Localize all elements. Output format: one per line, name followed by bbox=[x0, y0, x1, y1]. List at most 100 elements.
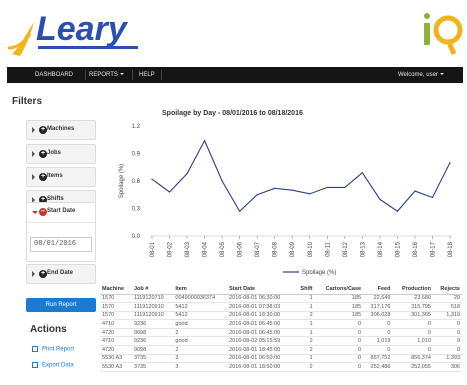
chevron-right-icon bbox=[32, 127, 35, 133]
start-date-input[interactable]: 08/01/2016 bbox=[30, 237, 92, 252]
table-cell: 4710 bbox=[100, 336, 132, 347]
table-cell: 0 bbox=[363, 345, 393, 355]
chevron-right-icon bbox=[32, 271, 35, 277]
table-cell: 0 bbox=[392, 319, 433, 329]
column-header[interactable]: Rejects bbox=[432, 284, 462, 295]
filter-label: Items bbox=[47, 173, 63, 179]
table-cell: 857,752 bbox=[363, 354, 393, 364]
table-cell: 2 bbox=[173, 345, 228, 355]
table-cell: 5412 bbox=[173, 302, 228, 312]
y-axis-label: Spoilage (%) bbox=[119, 164, 125, 198]
data-point bbox=[203, 140, 206, 142]
table-cell: 5412 bbox=[173, 311, 228, 321]
table-cell: 1 bbox=[294, 294, 315, 304]
table-cell: 23,680 bbox=[392, 294, 433, 304]
table-cell: 1570 bbox=[100, 311, 132, 321]
table-cell: 252,055 bbox=[392, 362, 433, 372]
start-date-label: Start Date bbox=[47, 208, 76, 214]
data-point bbox=[239, 210, 241, 212]
print-report-link[interactable]: Print Report bbox=[32, 346, 74, 353]
table-cell: 2016-08-01 18:50:00 bbox=[227, 362, 295, 372]
data-point bbox=[291, 189, 293, 191]
data-point bbox=[151, 178, 153, 180]
table-cell: 315,795 bbox=[392, 302, 433, 312]
y-tick-label: 1.2 bbox=[132, 124, 141, 130]
data-point bbox=[449, 162, 451, 164]
production-table: Machine Job # Item Start Date Shift Cartons/C… bbox=[100, 284, 462, 372]
table-cell: 22,649 bbox=[363, 294, 393, 304]
start-date-header[interactable]: – Start Date bbox=[27, 203, 95, 223]
minus-circle-icon: – bbox=[39, 208, 47, 216]
data-point bbox=[361, 172, 363, 174]
table-cell: 0 bbox=[314, 345, 364, 355]
x-tick-label: 08-18 bbox=[448, 241, 454, 257]
table-row: 5530 A3 3735 3 2016-08-01 18:50:00 2 0 252,486… bbox=[100, 362, 462, 372]
x-tick-label: 08-06 bbox=[238, 241, 244, 257]
nav-help[interactable]: HELP bbox=[139, 67, 155, 83]
table-cell: 518 bbox=[432, 302, 462, 312]
filter-jobs[interactable]: + Jobs bbox=[26, 144, 96, 164]
actions-title: Actions bbox=[30, 324, 67, 335]
table-cell: 2016-08-01 18:45:00 bbox=[227, 345, 295, 355]
table-cell: 1119120910 bbox=[131, 302, 174, 312]
table-cell: 1 bbox=[294, 328, 315, 338]
table-row: 4710 9236 good 2016-08-01 06:45:00 1 0 0 0 0 bbox=[100, 319, 462, 329]
welcome-label: Welcome, user bbox=[398, 72, 438, 78]
table-cell: 2 bbox=[294, 362, 315, 372]
legend-label: Spoilage (%) bbox=[302, 270, 336, 276]
column-header[interactable]: Machine bbox=[100, 284, 132, 295]
chevron-right-icon bbox=[32, 174, 35, 180]
table-cell: 2016-08-01 06:45:00 bbox=[227, 319, 295, 329]
user-menu[interactable]: Welcome, user bbox=[398, 67, 444, 83]
column-header[interactable]: Feed bbox=[363, 284, 393, 295]
data-point bbox=[379, 198, 381, 200]
x-tick-label: 08-01 bbox=[150, 241, 156, 257]
table-cell: 3 bbox=[173, 362, 228, 372]
nav-separator bbox=[161, 70, 162, 80]
table-cell: 4720 bbox=[100, 345, 132, 355]
export-data-link[interactable]: Export Data bbox=[32, 362, 74, 369]
table-cell: 0 bbox=[392, 328, 433, 338]
data-point bbox=[168, 191, 171, 193]
table-row: 4720 9098 2 2016-08-01 06:45:00 1 0 0 0 0 bbox=[100, 328, 462, 338]
table-cell: 2 bbox=[294, 311, 315, 321]
table-cell: 9 bbox=[432, 336, 462, 347]
spoilage-line-chart: 0.0 0.3 0.6 0.9 1.2 Spoilage (%) 08-01 08-02 08-… bbox=[119, 124, 454, 276]
table-cell: 1,019 bbox=[363, 336, 393, 347]
table-cell: 5530 A3 bbox=[100, 354, 132, 364]
table-cell: 1 bbox=[294, 319, 315, 329]
column-header[interactable]: Start Date bbox=[227, 284, 295, 295]
filter-end-date[interactable]: + End Date bbox=[26, 264, 96, 284]
column-header[interactable]: Cartons/Case bbox=[314, 284, 364, 295]
filter-label: Jobs bbox=[47, 150, 62, 156]
leary-logo[interactable]: Leary bbox=[4, 4, 144, 60]
table-cell: 252,486 bbox=[363, 362, 393, 372]
table-cell: 0 bbox=[314, 362, 364, 372]
nav-reports-menu[interactable]: REPORTS bbox=[89, 67, 124, 83]
nav-separator bbox=[85, 70, 86, 80]
run-report-button[interactable]: Run Report bbox=[26, 298, 96, 312]
export-data-label: Export Data bbox=[42, 362, 74, 369]
table-cell: 1 bbox=[294, 354, 315, 364]
column-header[interactable]: Production bbox=[392, 284, 433, 295]
filters-title: Filters bbox=[12, 96, 43, 107]
column-header[interactable]: Job # bbox=[131, 284, 174, 295]
column-header[interactable]: Shift bbox=[294, 284, 315, 295]
print-icon bbox=[32, 346, 38, 352]
chevron-down-icon bbox=[32, 211, 38, 214]
table-cell: 317,176 bbox=[363, 302, 393, 312]
table-row: 1570 1119120910 5412 2016-08-01 07:38:03 1 18… bbox=[100, 302, 462, 312]
table-header-row: Machine Job # Item Start Date Shift Cartons/C… bbox=[100, 284, 462, 295]
nav-dashboard[interactable]: DASHBOARD bbox=[35, 67, 73, 83]
column-header[interactable]: Item bbox=[173, 284, 228, 295]
x-tick-label: 08-17 bbox=[430, 241, 436, 257]
filter-items[interactable]: + Items bbox=[26, 167, 96, 187]
table-cell: 2016-08-01 06:45:00 bbox=[227, 328, 295, 338]
data-point bbox=[186, 173, 188, 175]
table-cell: 5530 A3 bbox=[100, 362, 132, 372]
table-cell: 0 bbox=[314, 336, 364, 347]
table-row: 5530 A3 3735 3 2016-08-01 06:50:00 1 0 857,752… bbox=[100, 354, 462, 364]
chevron-down-icon bbox=[119, 73, 124, 76]
nav-reports-label: REPORTS bbox=[89, 72, 118, 78]
filter-machines[interactable]: + Machines bbox=[26, 120, 96, 140]
